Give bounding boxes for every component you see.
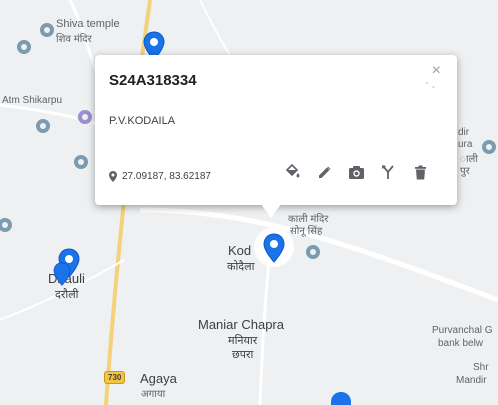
scroll-indicator[interactable]: ⌃⌄ (424, 81, 437, 90)
camera-button[interactable] (347, 163, 365, 181)
label-dhauli-hi: दरौली (55, 289, 79, 301)
fork-icon (381, 164, 394, 179)
coordinates-text: 27.09187, 83.62187 (122, 171, 211, 182)
poi-atm-icon[interactable] (34, 117, 52, 135)
label-kali-mandir-2: सोनू सिंह (290, 226, 323, 237)
road-small (199, 0, 231, 56)
poi-east-icon[interactable] (480, 138, 498, 156)
paint-bucket-icon (285, 164, 300, 178)
label-shiva-temple: Shiva temple (56, 18, 120, 30)
poi-kodaila-icon[interactable] (304, 243, 322, 261)
popup-actions (283, 163, 429, 181)
paint-bucket-button[interactable] (283, 163, 301, 181)
location-marker-icon (109, 171, 117, 182)
label-kodaila: Kod (228, 243, 252, 258)
popup-coordinates: 27.09187, 83.62187 (109, 171, 211, 182)
poi-left-icon[interactable] (15, 38, 33, 56)
label-atm: Atm Shikarpu (2, 95, 63, 106)
label-shiva-temple-hi: शिव मंदिर (56, 34, 92, 45)
label-right-4: पुर (460, 166, 470, 177)
camera-icon (348, 165, 364, 179)
edit-button[interactable] (315, 163, 333, 181)
label-right-1: dir (458, 127, 470, 138)
close-icon[interactable]: × (432, 63, 441, 79)
trash-icon (414, 165, 426, 179)
label-kodaila-hi: कोदैला (227, 261, 255, 273)
label-shri: Shr (473, 362, 489, 373)
poi-temple-icon[interactable] (38, 21, 56, 39)
label-purvanchal-2: bank belw (438, 338, 484, 349)
label-right-2: ura (458, 139, 473, 150)
pencil-icon (318, 166, 330, 178)
highway-shield: 730 (104, 371, 126, 384)
popup-title: S24A318334 (109, 72, 197, 89)
label-maniar-hi1: मनियार (228, 335, 258, 347)
location-pin-icon[interactable] (330, 391, 352, 405)
label-purvanchal: Purvanchal G (432, 325, 493, 336)
label-maniar-chapra: Maniar Chapra (198, 317, 284, 332)
location-pin-icon[interactable] (263, 233, 285, 263)
poi-atm-purple-icon[interactable] (76, 108, 94, 126)
delete-button[interactable] (411, 163, 429, 181)
label-maniar-hi2: छपरा (232, 349, 254, 361)
label-agaya: Agaya (140, 371, 177, 386)
info-window: S24A318334 × ⌃⌄ P.V.KODAILA 27.09187, 83… (95, 55, 457, 205)
popup-subtitle: P.V.KODAILA (109, 115, 176, 127)
poi-west-icon[interactable] (72, 153, 90, 171)
fork-button[interactable] (379, 163, 397, 181)
label-agaya-hi: अगाया (141, 389, 166, 400)
location-pin-icon[interactable] (53, 262, 71, 286)
label-shri-mandir: Mandir (456, 375, 487, 386)
info-window-tail (261, 204, 281, 218)
